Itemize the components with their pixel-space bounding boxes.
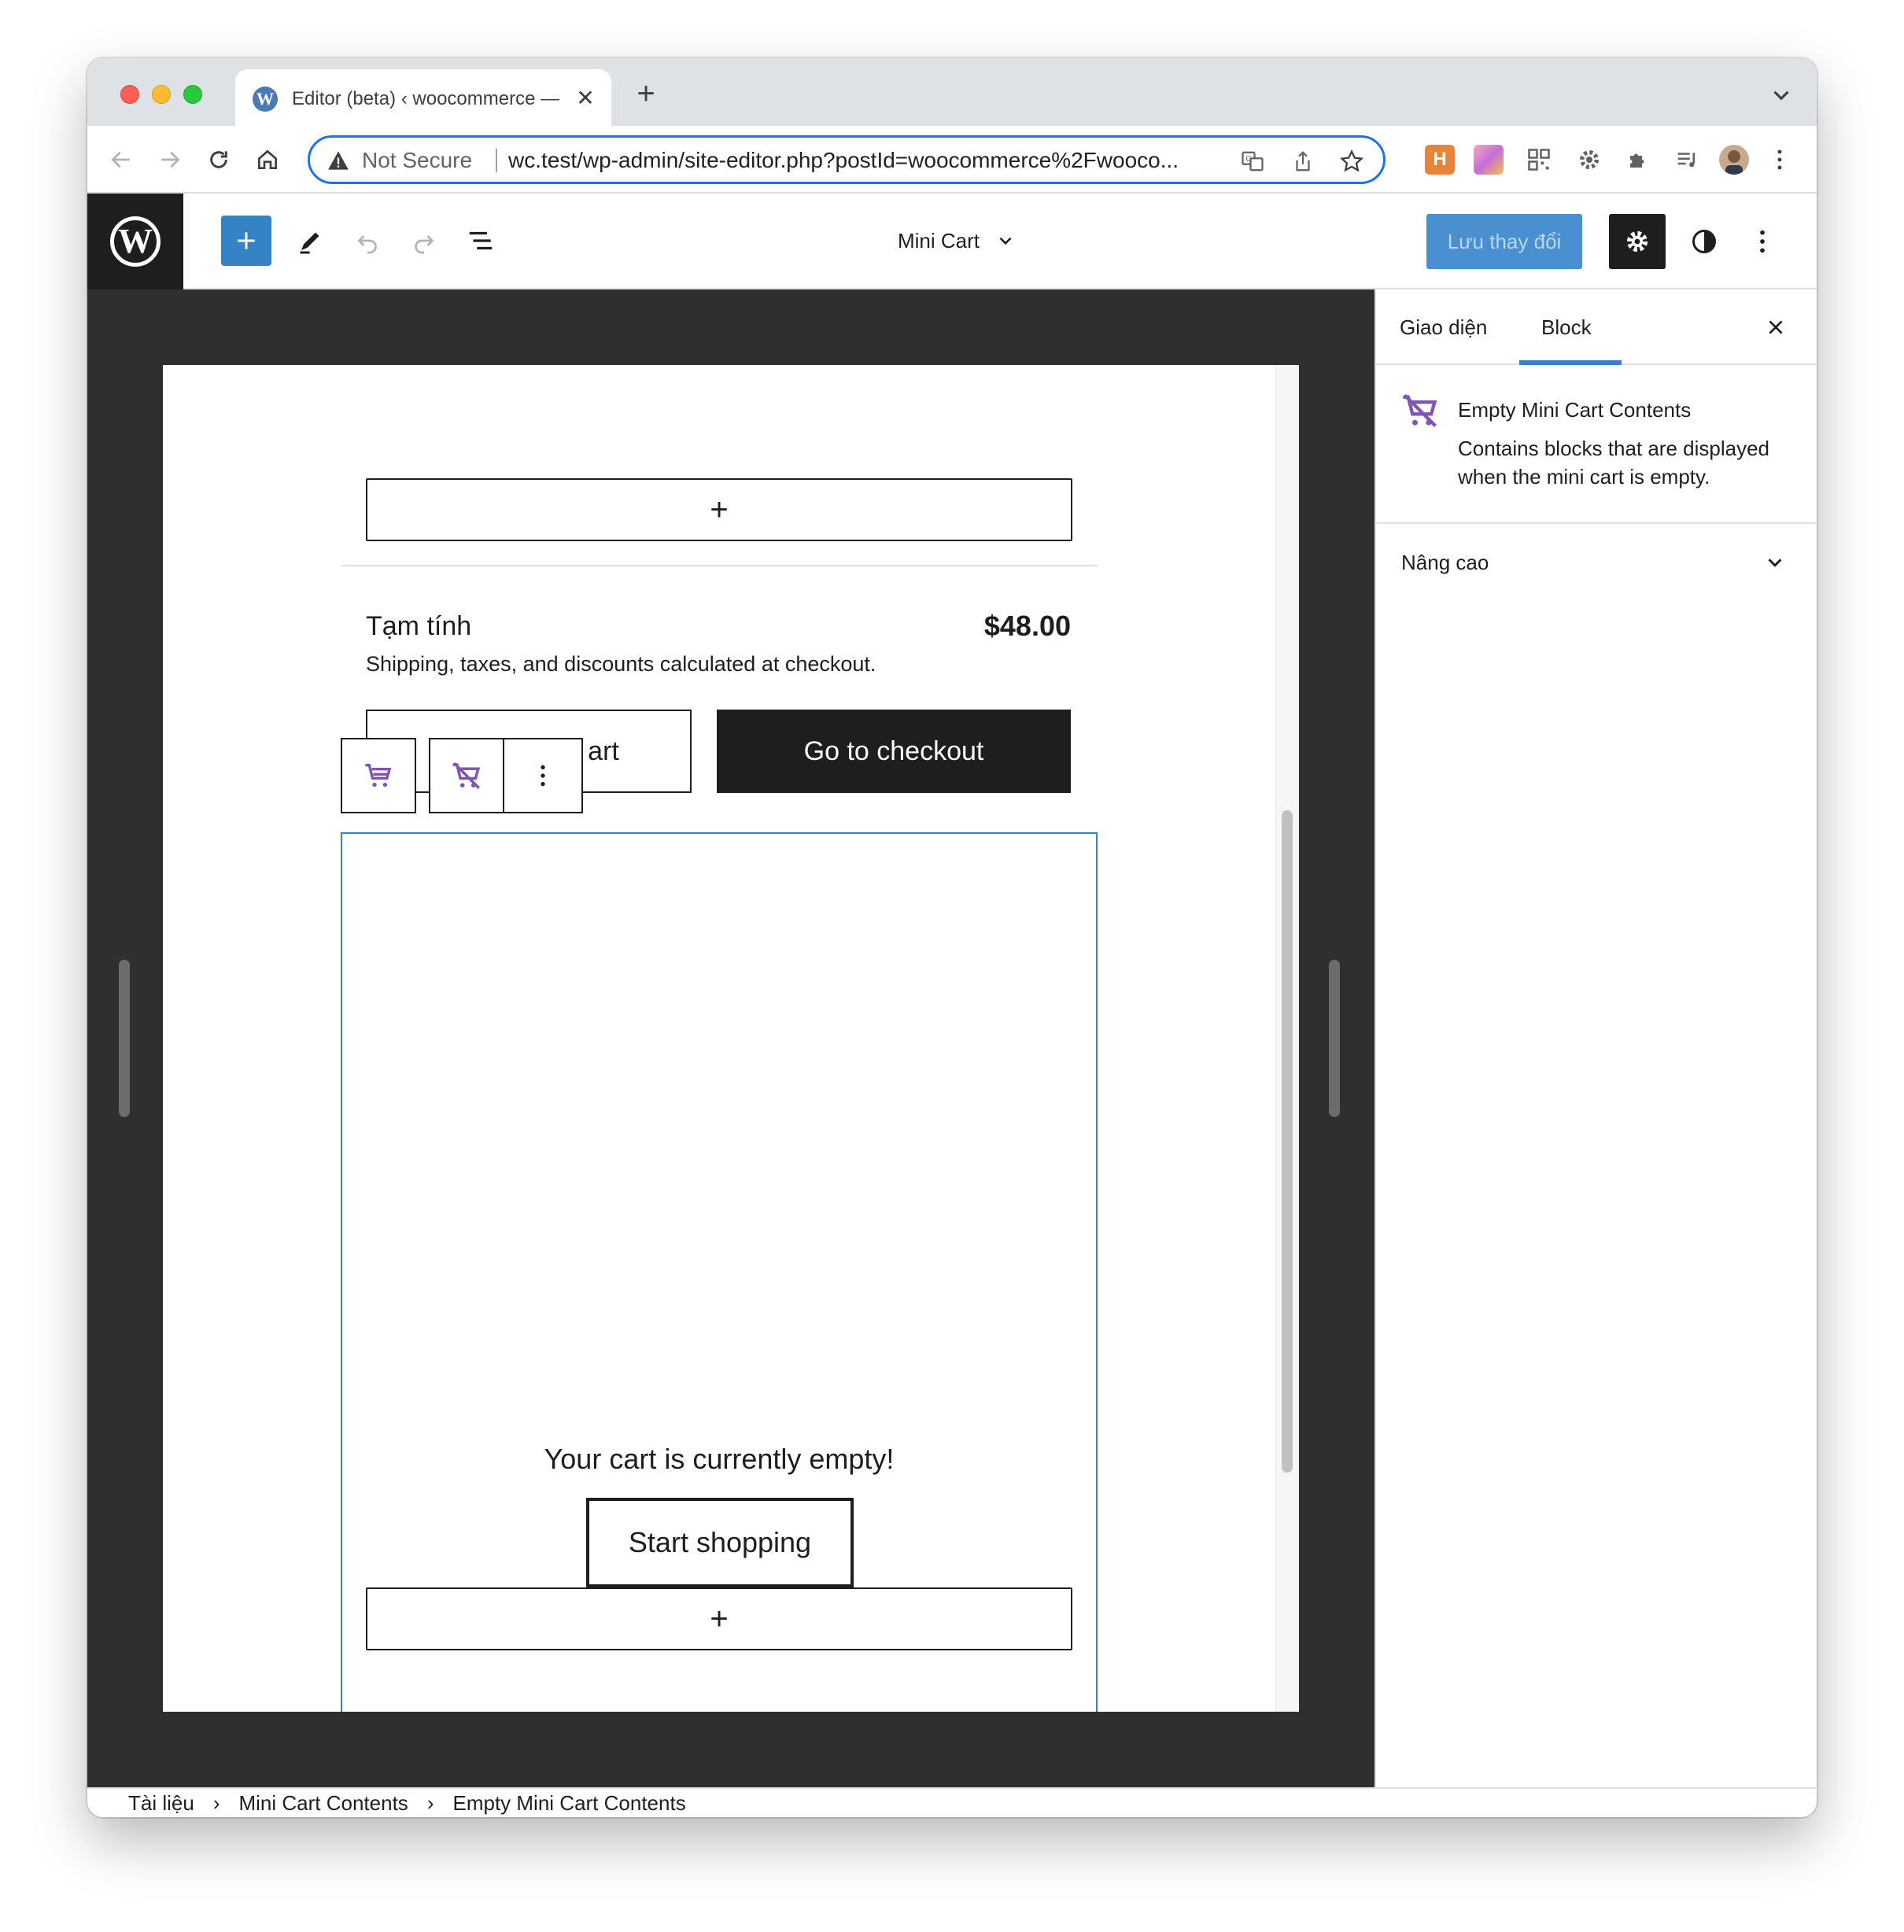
reload-icon[interactable] (199, 140, 238, 179)
breadcrumb-item-document[interactable]: Tài liệu (128, 1791, 194, 1816)
list-view-icon[interactable] (456, 216, 506, 266)
block-card-description: Contains blocks that are displayed when … (1458, 437, 1770, 489)
wordpress-logo-icon[interactable]: W (87, 194, 183, 289)
empty-cart-icon (452, 762, 481, 789)
styles-contrast-button[interactable] (1680, 217, 1729, 266)
empty-mini-cart-contents-block[interactable]: Your cart is currently empty! Start shop… (341, 832, 1098, 1712)
block-type-button[interactable] (429, 738, 504, 813)
close-icon[interactable] (1762, 313, 1790, 341)
chevron-right-icon: › (426, 1790, 434, 1815)
block-breadcrumb: Tài liệu › Mini Cart Contents › Empty Mi… (87, 1787, 1817, 1817)
breadcrumb-item-mini-cart-contents[interactable]: Mini Cart Contents (239, 1791, 408, 1816)
document-title: Mini Cart (898, 229, 980, 253)
browser-tabstrip: W Editor (beta) ‹ woocommerce — ✕ + (87, 58, 1817, 126)
settings-sidebar: Giao diện Block Empty Mini Cart Contents… (1374, 289, 1817, 1787)
address-separator (496, 149, 497, 172)
browser-tab-active[interactable]: W Editor (beta) ‹ woocommerce — ✕ (235, 69, 611, 126)
extension-h-icon[interactable]: H (1425, 145, 1455, 175)
chevron-right-icon: › (212, 1790, 220, 1815)
document-title-dropdown[interactable]: Mini Cart (898, 225, 1016, 256)
back-arrow-icon[interactable] (101, 140, 141, 179)
close-window-button[interactable] (120, 85, 139, 104)
tab-title: Editor (beta) ‹ woocommerce — (292, 88, 559, 109)
media-playlist-icon[interactable] (1672, 145, 1702, 175)
svg-text:G: G (1245, 155, 1252, 164)
mini-cart-preview-frame: + Tạm tính $48.00 Shipping, taxes, and d… (163, 365, 1299, 1712)
block-appender-bottom[interactable]: + (366, 1587, 1072, 1650)
block-card: Empty Mini Cart Contents Contains blocks… (1376, 365, 1817, 524)
settings-gear-button[interactable] (1609, 214, 1666, 269)
breadcrumb-item-empty-mini-cart-contents[interactable]: Empty Mini Cart Contents (452, 1791, 685, 1816)
browser-menu-icon[interactable] (1765, 145, 1795, 175)
go-to-checkout-button[interactable]: Go to checkout (717, 710, 1071, 793)
extension-gradient-icon[interactable] (1474, 145, 1504, 175)
block-options-button[interactable] (504, 738, 583, 813)
view-cart-label: art (588, 736, 619, 766)
edit-pencil-icon[interactable] (286, 216, 336, 266)
wordpress-favicon-icon: W (253, 87, 278, 112)
advanced-panel-label: Nâng cao (1401, 551, 1489, 574)
chevron-down-icon (1763, 551, 1787, 574)
empty-cart-icon (1400, 390, 1441, 431)
tab-search-chevron-icon[interactable] (1768, 82, 1795, 109)
translate-icon[interactable]: G (1238, 147, 1267, 175)
address-bar[interactable]: Not Secure wc.test/wp-admin/site-editor.… (308, 135, 1386, 184)
extensions-puzzle-icon[interactable] (1623, 145, 1653, 175)
gear-extension-icon[interactable] (1574, 145, 1604, 175)
gear-icon (1626, 230, 1648, 253)
add-block-button[interactable] (221, 216, 271, 266)
empty-cart-message: Your cart is currently empty! (544, 1443, 895, 1475)
forward-arrow-icon[interactable] (150, 140, 190, 179)
browser-window: W Editor (beta) ‹ woocommerce — ✕ + Not … (87, 58, 1817, 1817)
subtotal-label: Tạm tính (366, 611, 472, 641)
tab-close-icon[interactable]: ✕ (572, 85, 599, 112)
editor-canvas: + Tạm tính $48.00 Shipping, taxes, and d… (87, 289, 1374, 1787)
bookmark-star-icon[interactable] (1338, 147, 1366, 175)
vertical-ellipsis-icon (541, 765, 545, 787)
warning-triangle-icon (327, 150, 349, 171)
save-button[interactable]: Lưu thay đổi (1426, 214, 1582, 269)
cart-icon (365, 764, 392, 787)
security-status-label[interactable]: Not Secure (362, 147, 472, 174)
browser-toolbar: Not Secure wc.test/wp-admin/site-editor.… (87, 126, 1817, 194)
chevron-down-icon (999, 237, 1012, 245)
profile-avatar[interactable] (1719, 145, 1749, 175)
undo-icon[interactable] (342, 216, 393, 266)
minimize-window-button[interactable] (152, 85, 171, 104)
sidebar-tabs: Giao diện Block (1376, 289, 1817, 365)
right-resize-handle[interactable] (1329, 960, 1340, 1117)
frame-scrollbar-thumb[interactable] (1282, 810, 1293, 1473)
tab-template[interactable]: Giao diện (1400, 312, 1487, 343)
home-icon[interactable] (248, 140, 287, 179)
select-parent-cart-button[interactable] (341, 738, 416, 813)
plus-icon: + (710, 492, 729, 527)
redo-icon[interactable] (399, 216, 449, 266)
block-card-title: Empty Mini Cart Contents (1458, 398, 1692, 422)
maximize-window-button[interactable] (183, 85, 202, 104)
vertical-ellipsis-icon (1760, 230, 1765, 253)
start-shopping-button[interactable]: Start shopping (586, 1498, 854, 1587)
tab-block[interactable]: Block (1541, 312, 1592, 343)
new-tab-button[interactable]: + (630, 78, 662, 110)
cart-divider (341, 565, 1098, 566)
url-text[interactable]: wc.test/wp-admin/site-editor.php?postId=… (508, 147, 1220, 174)
block-appender-top[interactable]: + (366, 478, 1072, 541)
subtotal-note: Shipping, taxes, and discounts calculate… (366, 652, 876, 676)
left-resize-handle[interactable] (119, 960, 130, 1117)
qr-code-icon[interactable] (1524, 145, 1554, 175)
frame-scrollbar-track (1275, 365, 1299, 1712)
advanced-panel-toggle[interactable]: Nâng cao (1376, 524, 1817, 601)
subtotal-value: $48.00 (983, 610, 1071, 642)
editor-header: W Mini Cart Lưu thay đổi (87, 194, 1817, 289)
block-toolbar (341, 738, 583, 813)
plus-icon: + (710, 1602, 729, 1636)
half-circle-contrast-icon (1692, 230, 1716, 253)
options-menu-button[interactable] (1743, 217, 1782, 266)
share-icon[interactable] (1289, 147, 1317, 175)
